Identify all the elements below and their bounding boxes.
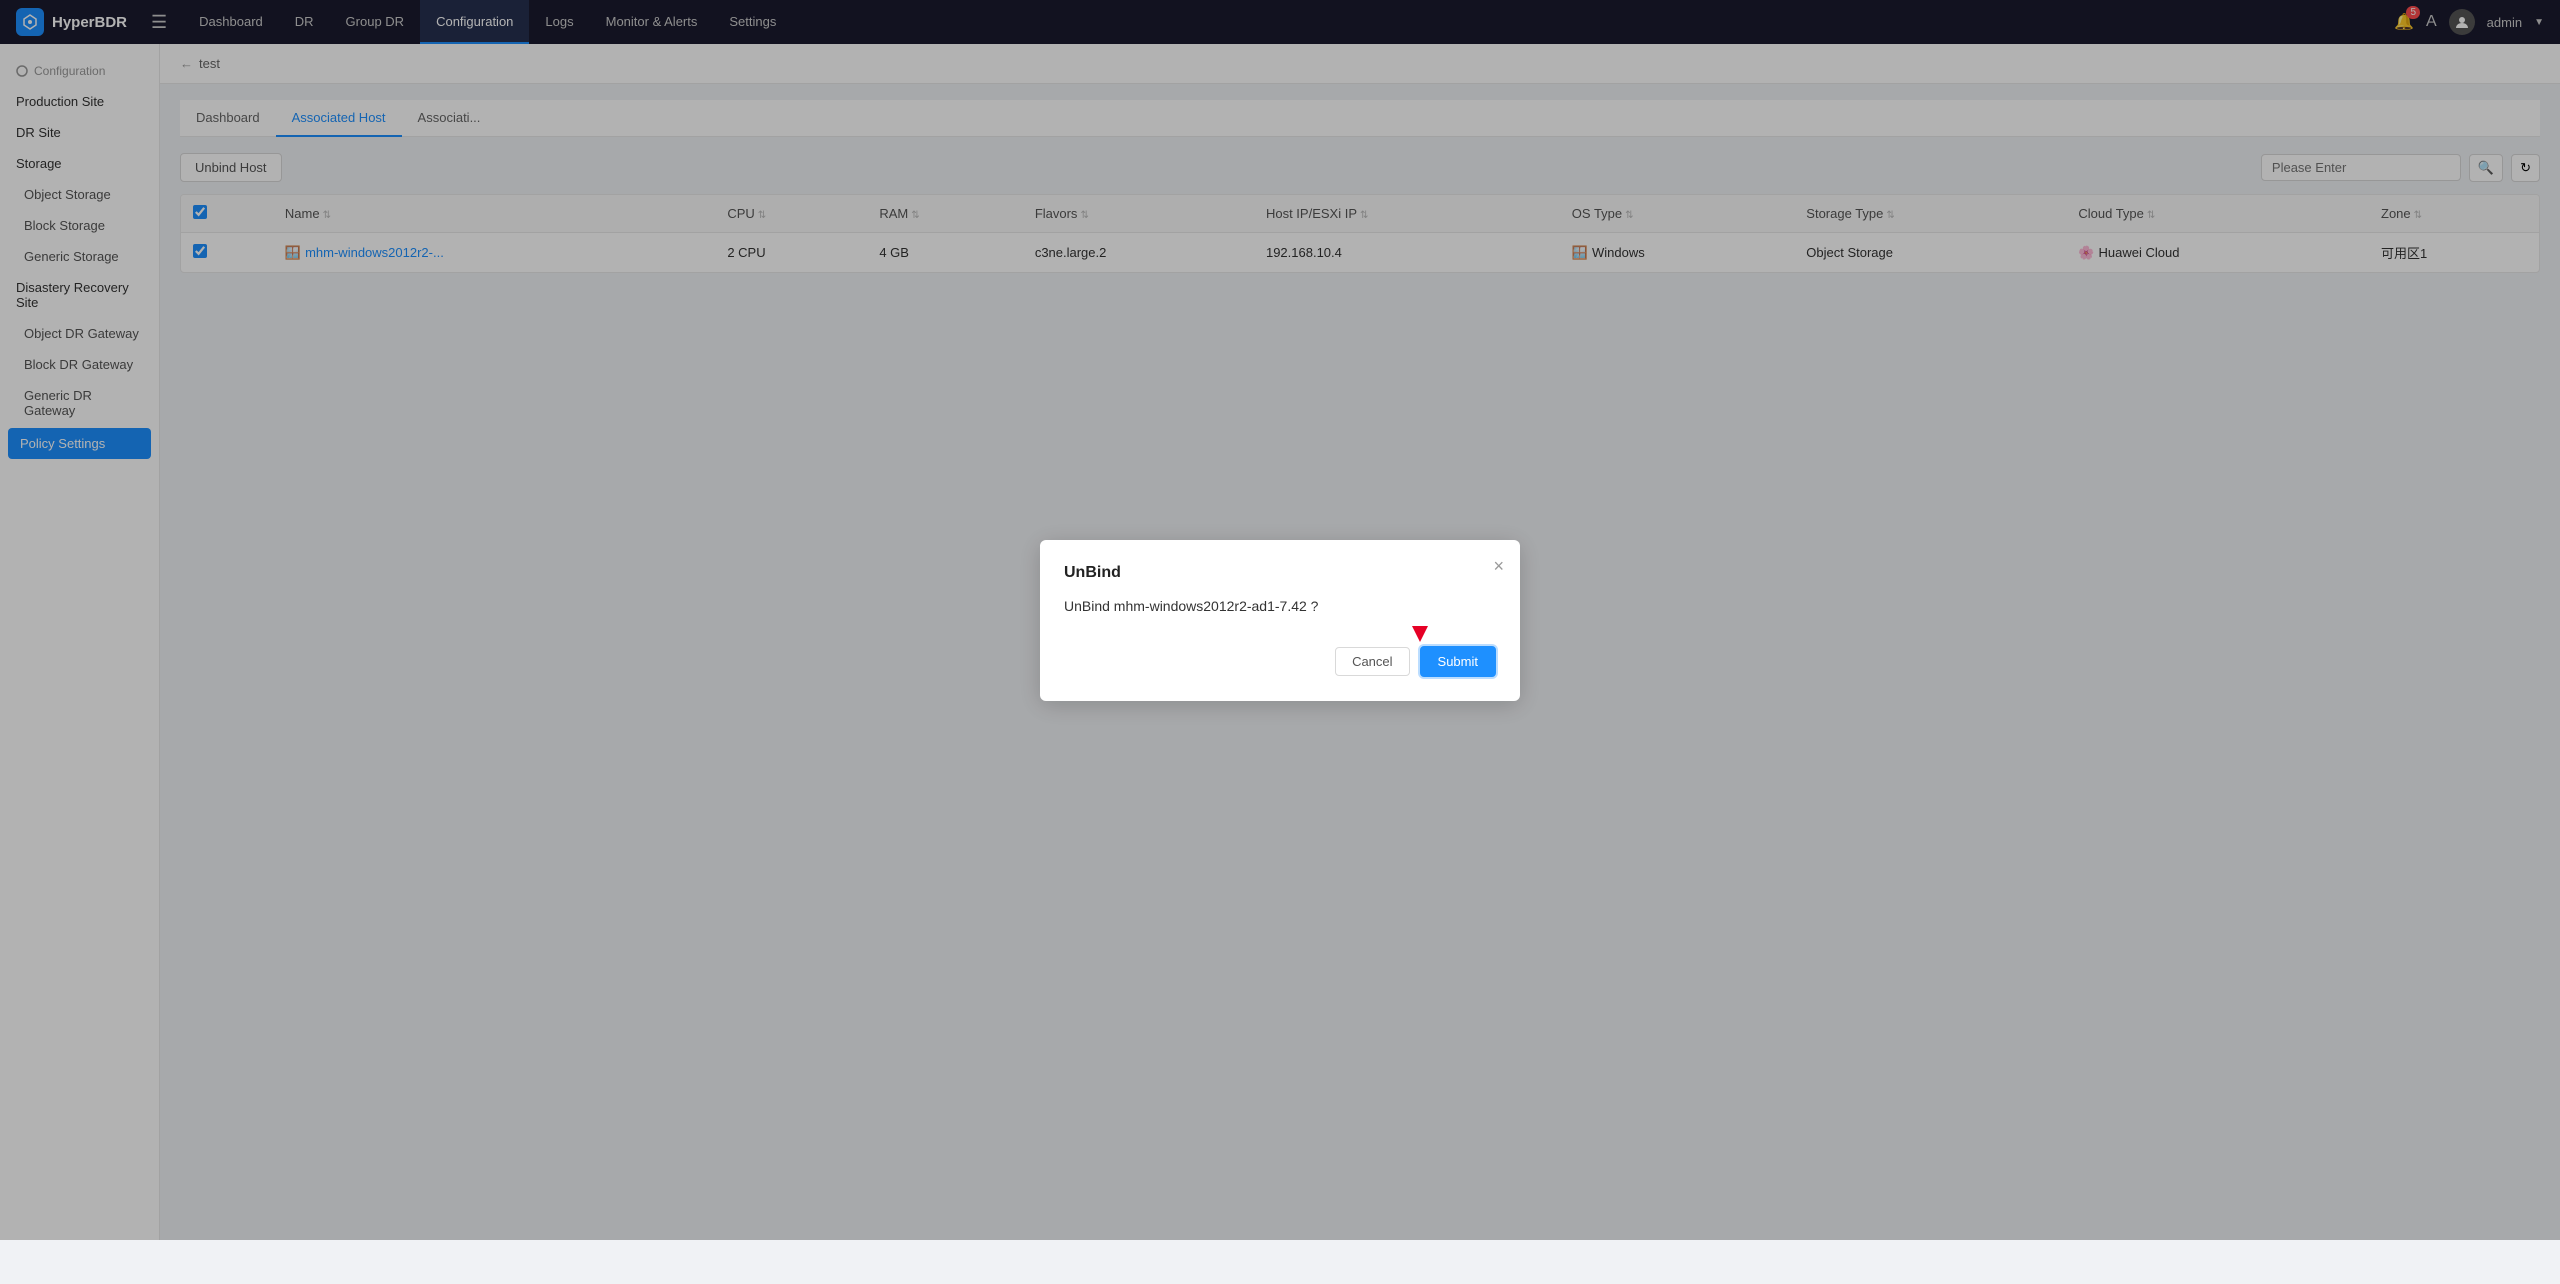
modal-close-button[interactable]: × (1493, 556, 1504, 577)
unbind-modal: UnBind × UnBind mhm-windows2012r2-ad1-7.… (1040, 540, 1520, 701)
modal-title: UnBind (1064, 564, 1496, 582)
submit-button[interactable]: Submit (1420, 646, 1496, 677)
modal-footer: Cancel Submit (1064, 646, 1496, 677)
modal-overlay: UnBind × UnBind mhm-windows2012r2-ad1-7.… (0, 0, 2560, 1240)
arrow-indicator (1412, 626, 1428, 642)
submit-wrapper: Submit (1420, 646, 1496, 677)
cancel-button[interactable]: Cancel (1335, 647, 1409, 676)
modal-body: UnBind mhm-windows2012r2-ad1-7.42 ? (1064, 598, 1496, 614)
